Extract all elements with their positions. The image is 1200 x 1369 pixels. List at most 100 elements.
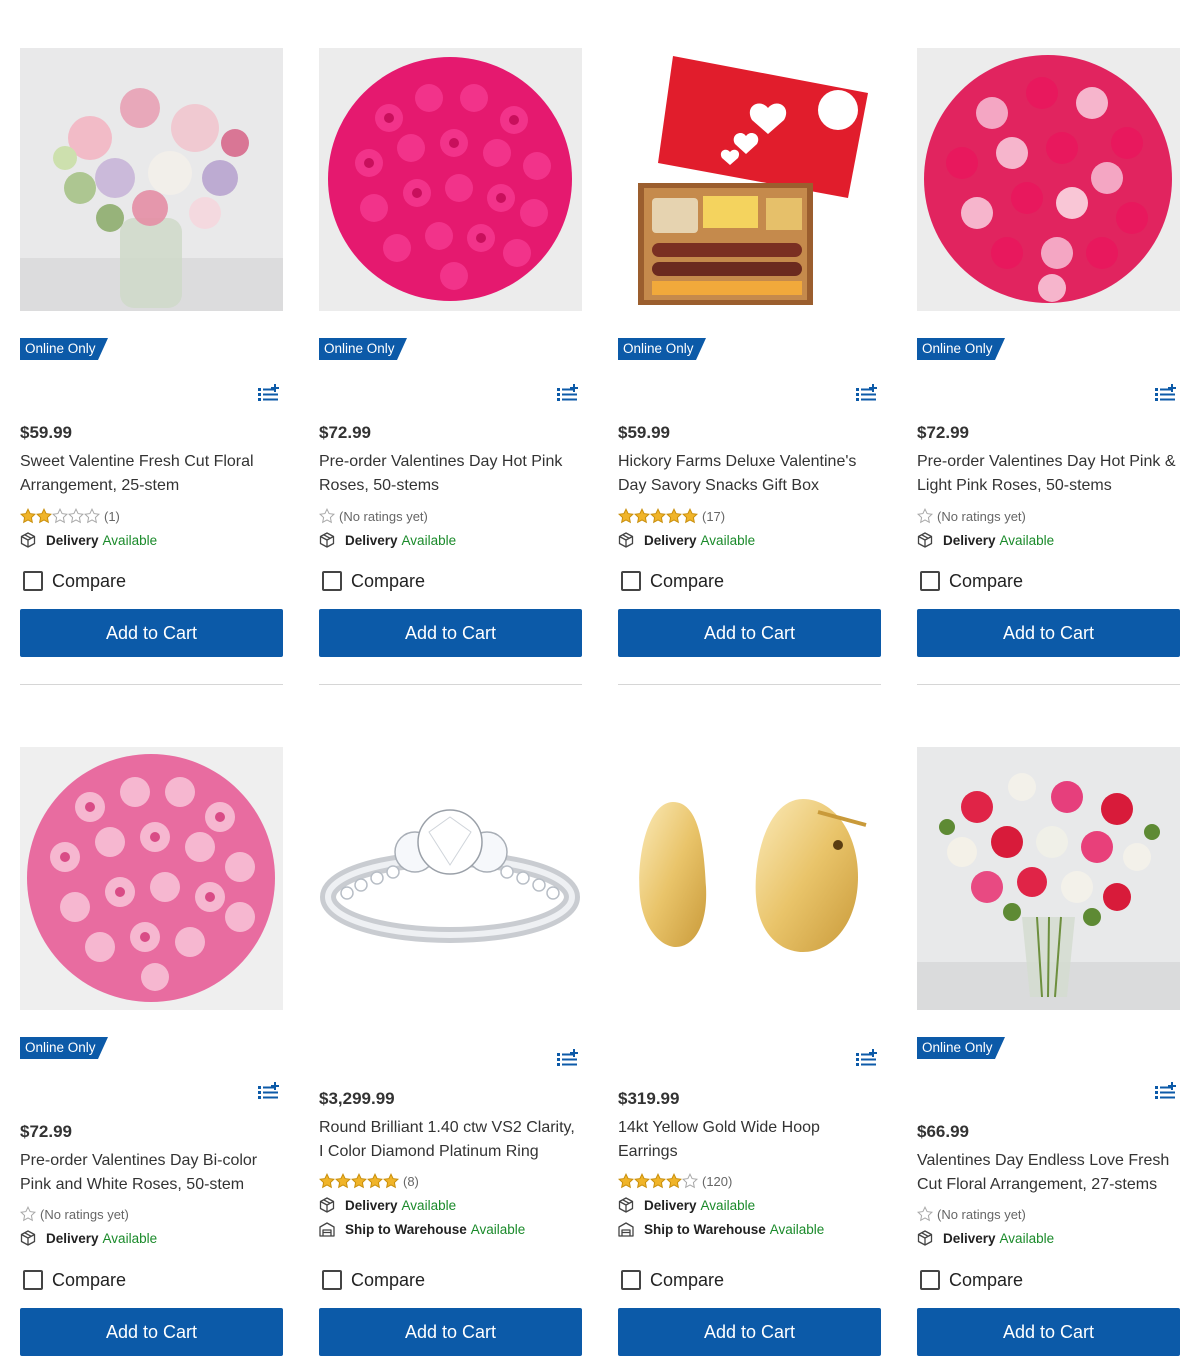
star-filled-icon <box>634 508 650 524</box>
checkbox-box[interactable] <box>322 1270 342 1290</box>
delivery-availability: Delivery Available <box>917 531 1054 549</box>
checkbox-box[interactable] <box>23 571 43 591</box>
product-title[interactable]: Hickory Farms Deluxe Valentine's Day Sav… <box>618 450 878 498</box>
delivery-label: Delivery <box>943 532 996 548</box>
checkbox-box[interactable] <box>322 571 342 591</box>
compare-label: Compare <box>650 1269 725 1290</box>
product-image[interactable] <box>618 747 881 1010</box>
product-rating[interactable]: (No ratings yet) <box>319 508 428 524</box>
checkbox-box[interactable] <box>621 1270 641 1290</box>
compare-checkbox[interactable]: Compare <box>920 1269 1023 1291</box>
product-title[interactable]: Pre-order Valentines Day Hot Pink & Ligh… <box>917 450 1177 498</box>
warehouse-status: Available <box>470 1221 526 1237</box>
product-rating[interactable]: (120) <box>618 1173 732 1189</box>
compare-checkbox[interactable]: Compare <box>23 570 126 592</box>
delivery-status: Available <box>102 532 158 548</box>
product-price: $59.99 <box>20 423 72 442</box>
product-image[interactable] <box>917 747 1180 1010</box>
add-to-list-icon[interactable] <box>1155 1082 1177 1100</box>
delivery-availability: Delivery Available <box>319 1196 456 1214</box>
star-rating <box>618 508 698 524</box>
star-filled-icon <box>618 1173 634 1189</box>
add-to-list-icon[interactable] <box>856 384 878 402</box>
star-filled-icon <box>634 1173 650 1189</box>
delivery-status: Available <box>700 1197 756 1213</box>
box-icon <box>917 1230 933 1246</box>
delivery-status: Available <box>401 1197 457 1213</box>
product-title[interactable]: Round Brilliant 1.40 ctw VS2 Clarity, I … <box>319 1116 579 1164</box>
add-to-cart-button[interactable]: Add to Cart <box>917 1308 1180 1356</box>
add-to-list-icon[interactable] <box>557 384 579 402</box>
star-empty-icon <box>68 508 84 524</box>
checkbox-box[interactable] <box>920 571 940 591</box>
delivery-availability: Delivery Available <box>917 1229 1054 1247</box>
checkbox-box[interactable] <box>23 1270 43 1290</box>
warehouse-availability: Ship to Warehouse Available <box>618 1220 824 1238</box>
add-to-cart-button[interactable]: Add to Cart <box>20 609 283 657</box>
delivery-availability: Delivery Available <box>20 1229 157 1247</box>
add-to-list-icon[interactable] <box>258 384 280 402</box>
add-to-cart-button[interactable]: Add to Cart <box>20 1308 283 1356</box>
compare-checkbox[interactable]: Compare <box>322 1269 425 1291</box>
online-only-badge: Online Only <box>917 1037 1005 1059</box>
compare-checkbox[interactable]: Compare <box>23 1269 126 1291</box>
delivery-status: Available <box>401 532 457 548</box>
product-rating[interactable]: (8) <box>319 1173 419 1189</box>
online-only-badge: Online Only <box>319 338 407 360</box>
delivery-label: Delivery <box>644 1197 697 1213</box>
compare-checkbox[interactable]: Compare <box>920 570 1023 592</box>
product-image[interactable] <box>319 48 582 311</box>
checkbox-box[interactable] <box>621 571 641 591</box>
add-to-cart-button[interactable]: Add to Cart <box>319 1308 582 1356</box>
warehouse-icon <box>319 1222 335 1237</box>
add-to-list-icon[interactable] <box>856 1049 878 1067</box>
product-image[interactable] <box>917 48 1180 311</box>
product-image[interactable] <box>618 48 881 311</box>
product-title[interactable]: 14kt Yellow Gold Wide Hoop Earrings <box>618 1116 878 1164</box>
product-price: $72.99 <box>917 423 969 442</box>
compare-label: Compare <box>52 570 127 591</box>
warehouse-label: Ship to Warehouse <box>644 1221 766 1237</box>
compare-checkbox[interactable]: Compare <box>621 570 724 592</box>
product-rating[interactable]: (1) <box>20 508 120 524</box>
product-rating[interactable]: (No ratings yet) <box>917 508 1026 524</box>
add-to-cart-button[interactable]: Add to Cart <box>618 1308 881 1356</box>
compare-label: Compare <box>949 1269 1024 1290</box>
product-rating[interactable]: (No ratings yet) <box>917 1206 1026 1222</box>
product-title[interactable]: Valentines Day Endless Love Fresh Cut Fl… <box>917 1149 1177 1197</box>
box-icon <box>618 532 634 548</box>
add-to-list-icon[interactable] <box>1155 384 1177 402</box>
star-filled-icon <box>682 508 698 524</box>
product-title[interactable]: Pre-order Valentines Day Hot Pink Roses,… <box>319 450 579 498</box>
compare-checkbox[interactable]: Compare <box>322 570 425 592</box>
online-only-badge: Online Only <box>618 338 706 360</box>
delivery-availability: Delivery Available <box>319 531 456 549</box>
product-title[interactable]: Pre-order Valentines Day Bi-color Pink a… <box>20 1149 280 1197</box>
product-rating[interactable]: (No ratings yet) <box>20 1206 129 1222</box>
product-image[interactable] <box>319 747 582 1010</box>
star-rating <box>917 508 933 524</box>
product-rating[interactable]: (17) <box>618 508 725 524</box>
add-to-cart-button[interactable]: Add to Cart <box>917 609 1180 657</box>
star-filled-icon <box>666 1173 682 1189</box>
add-to-list-icon[interactable] <box>258 1082 280 1100</box>
delivery-label: Delivery <box>345 1197 398 1213</box>
rating-count: (17) <box>702 508 726 524</box>
compare-label: Compare <box>650 570 725 591</box>
delivery-status: Available <box>700 532 756 548</box>
box-icon <box>618 1197 634 1213</box>
product-price: $66.99 <box>917 1122 969 1141</box>
product-image[interactable] <box>20 48 283 311</box>
warehouse-availability: Ship to Warehouse Available <box>319 1220 525 1238</box>
warehouse-icon <box>618 1222 634 1237</box>
checkbox-box[interactable] <box>920 1270 940 1290</box>
add-to-list-icon[interactable] <box>557 1049 579 1067</box>
product-title[interactable]: Sweet Valentine Fresh Cut Floral Arrange… <box>20 450 280 498</box>
product-image[interactable] <box>20 747 283 1010</box>
add-to-cart-button[interactable]: Add to Cart <box>319 609 582 657</box>
compare-checkbox[interactable]: Compare <box>621 1269 724 1291</box>
star-empty-icon <box>917 1206 933 1222</box>
add-to-cart-button[interactable]: Add to Cart <box>618 609 881 657</box>
delivery-label: Delivery <box>345 532 398 548</box>
star-filled-icon <box>367 1173 383 1189</box>
